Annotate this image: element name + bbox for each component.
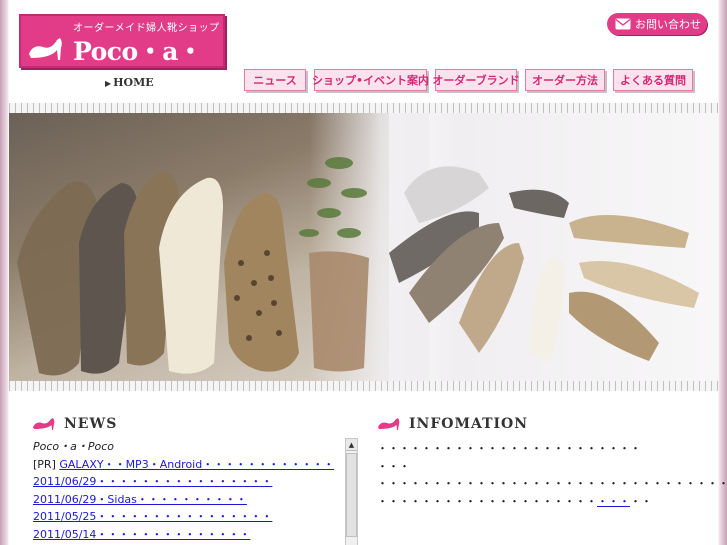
news-company-label: Poco・a・Poco bbox=[33, 440, 115, 453]
home-label: HOME bbox=[113, 76, 154, 89]
triangle-right-icon: ▶ bbox=[105, 78, 112, 88]
nav-news-label: ニュース bbox=[253, 74, 297, 87]
ruler-divider-bottom bbox=[9, 381, 718, 391]
list-item: 2011/06/29・Sidas・・・・・・・・・・ bbox=[33, 491, 343, 509]
site-header: オーダーメイド婦人靴ショップ Poco・a・Poco ▶ HOME お問い合わせ … bbox=[9, 0, 718, 104]
scroll-up-icon[interactable]: ▲ bbox=[346, 439, 357, 451]
pr-link[interactable]: GALAXY・・MP3・Android・・・・・・・・・・・・ bbox=[59, 458, 334, 471]
list-item: 2011/05/14・・・・・・・・・・・・・・ bbox=[33, 526, 343, 544]
news-company: Poco・a・Poco bbox=[33, 438, 343, 456]
info-link[interactable]: ・・・ bbox=[597, 495, 630, 508]
news-heading-label: NEWS bbox=[64, 416, 118, 432]
news-pr-row: [PR] GALAXY・・MP3・Android・・・・・・・・・・・・ bbox=[33, 456, 343, 474]
home-link[interactable]: ▶ HOME bbox=[105, 76, 154, 89]
high-heel-icon bbox=[29, 38, 62, 60]
info-line-1: ・・・・・・・・・・・・・・・・・・・・・・・・ ・・・ bbox=[377, 442, 641, 473]
news-scrollbar[interactable]: ▲ bbox=[345, 438, 358, 545]
info-heading: INFOMATION bbox=[377, 416, 528, 432]
nav-order-method[interactable]: オーダー方法 bbox=[525, 69, 605, 91]
info-line-3-end: ・・ bbox=[630, 494, 652, 508]
pr-tag: [PR] bbox=[33, 457, 56, 471]
nav-order-method-label: オーダー方法 bbox=[532, 74, 598, 87]
site-logo[interactable]: オーダーメイド婦人靴ショップ Poco・a・Poco bbox=[19, 14, 225, 97]
nav-shop-event-label: ショップ•イベント案内 bbox=[311, 74, 430, 87]
shoes-illustration bbox=[17, 157, 699, 376]
high-heel-icon bbox=[378, 418, 400, 430]
list-item: 2011/06/29・・・・・・・・・・・・・・・・ bbox=[33, 473, 343, 491]
info-line-3-text: ・・・・・・・・・・・・・・・・・・・・ bbox=[377, 494, 597, 508]
info-heading-label: INFOMATION bbox=[409, 416, 529, 432]
news-link[interactable]: 2011/06/29・・・・・・・・・・・・・・・・ bbox=[33, 475, 272, 488]
high-heel-icon bbox=[33, 418, 55, 430]
info-line-3: ・・・・・・・・・・・・・・・・・・・・・・・・・ bbox=[377, 493, 677, 511]
hero-image bbox=[9, 113, 718, 381]
news-link[interactable]: 2011/05/14・・・・・・・・・・・・・・ bbox=[33, 528, 250, 541]
contact-label: お問い合わせ bbox=[635, 18, 701, 31]
nav-faq[interactable]: よくある質問 bbox=[613, 69, 693, 91]
news-heading: NEWS bbox=[32, 416, 117, 432]
nav-order-brand[interactable]: オーダーブランド bbox=[432, 69, 520, 91]
info-text: ・・・・・・・・・・・・・・・・・・・・・・・・ ・・・ ・・・・・・・・・・・… bbox=[377, 440, 727, 511]
list-item: 2011/05/25・・・・・・・・・・・・・・・・ bbox=[33, 508, 343, 526]
ruler-divider-top bbox=[9, 103, 718, 113]
nav-shop-event[interactable]: ショップ•イベント案内 bbox=[311, 69, 430, 91]
nav-news[interactable]: ニュース bbox=[244, 69, 306, 91]
news-list: Poco・a・Poco [PR] GALAXY・・MP3・Android・・・・… bbox=[33, 438, 343, 543]
scroll-thumb[interactable] bbox=[346, 453, 357, 537]
mail-icon bbox=[615, 18, 631, 30]
contact-button[interactable]: お問い合わせ bbox=[607, 13, 707, 35]
main-nav: ニュース ショップ•イベント案内 オーダーブランド オーダー方法 よくある質問 bbox=[244, 69, 693, 91]
news-link[interactable]: 2011/06/29・Sidas・・・・・・・・・・ bbox=[33, 493, 247, 506]
nav-faq-label: よくある質問 bbox=[620, 74, 686, 87]
news-link[interactable]: 2011/05/25・・・・・・・・・・・・・・・・ bbox=[33, 510, 272, 523]
info-line-2: ・・・・・・・・・・・・・・・・・・・・・・・・・・・・・・・・ bbox=[377, 477, 727, 490]
nav-order-brand-label: オーダーブランド bbox=[432, 74, 520, 87]
